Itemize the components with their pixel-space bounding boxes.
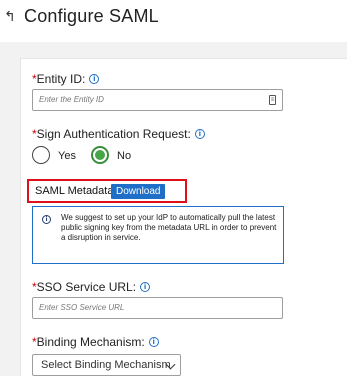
binding-label-text: Binding Mechanism: (36, 335, 145, 349)
binding-label: * Binding Mechanism: i (32, 335, 159, 349)
radio-yes[interactable] (32, 146, 50, 164)
notice-text: We suggest to set up your IdP to automat… (61, 213, 277, 242)
saml-metadata-highlight: SAML Metadata: Download (27, 179, 187, 203)
sso-url-label-text: SSO Service URL: (36, 280, 137, 294)
sign-auth-label: * Sign Authentication Request: i (32, 127, 205, 141)
page-title: Configure SAML (24, 6, 159, 26)
info-icon[interactable]: i (148, 337, 159, 347)
top-bar: ↰ Configure SAML (0, 0, 347, 36)
info-notice: i We suggest to set up your IdP to autom… (32, 206, 284, 264)
entity-id-label: * Entity ID: i (32, 72, 100, 86)
radio-no-label: No (117, 150, 132, 162)
radio-yes-label: Yes (58, 150, 76, 162)
radio-no[interactable] (91, 146, 109, 164)
saml-metadata-label: SAML Metadata: (35, 185, 117, 197)
info-icon: i (42, 215, 51, 224)
entity-id-placeholder: Enter the Entity ID (39, 95, 104, 104)
entity-id-input[interactable]: Enter the Entity ID ≡ (32, 89, 283, 111)
sso-url-placeholder: Enter SSO Service URL (39, 303, 125, 312)
back-arrow-icon[interactable]: ↰ (4, 8, 20, 24)
binding-select[interactable]: Select Binding Mechanism (32, 354, 181, 376)
binding-select-value: Select Binding Mechanism (41, 359, 171, 371)
entity-id-label-text: Entity ID: (36, 72, 86, 86)
download-button[interactable]: Download (111, 184, 166, 199)
info-icon[interactable]: i (89, 74, 100, 84)
sso-url-input[interactable]: Enter SSO Service URL (32, 297, 283, 319)
sign-auth-label-text: Sign Authentication Request: (36, 127, 191, 141)
clipboard-icon: ≡ (269, 95, 276, 105)
info-icon[interactable]: i (194, 129, 205, 139)
sso-url-label: * SSO Service URL: i (32, 280, 151, 294)
info-icon[interactable]: i (140, 282, 151, 292)
